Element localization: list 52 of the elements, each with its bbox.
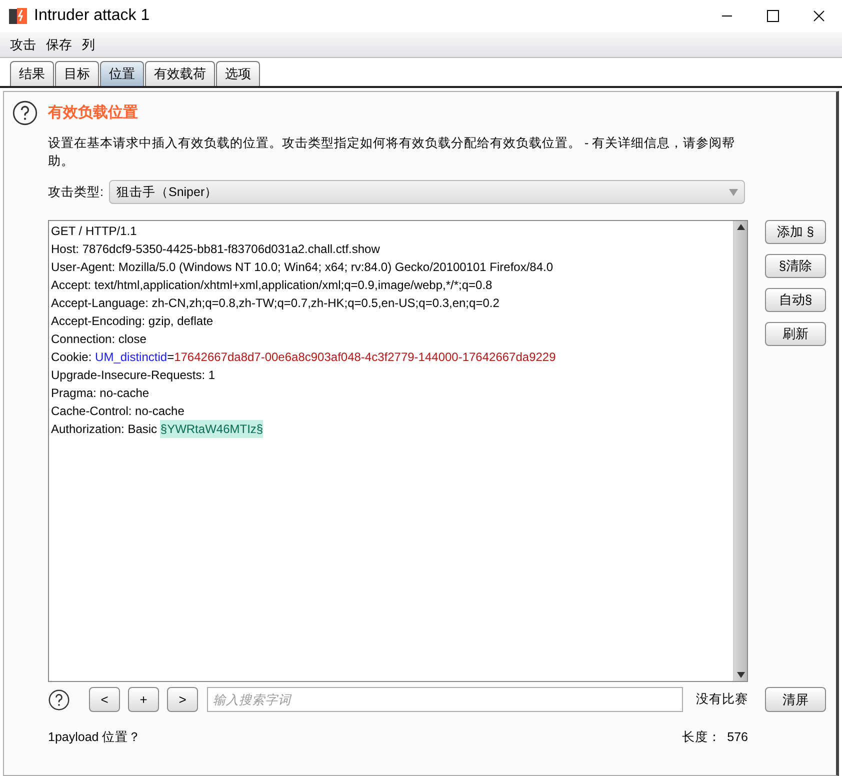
attack-type-dropdown[interactable]: 狙击手（Sniper） (109, 180, 746, 204)
request-text: Host: 7876dcf9-5350-4425-bb81-f83706d031a2.chall.ctf.show (51, 241, 380, 258)
section-description: 设置在基本请求中插入有效负载的位置。攻击类型指定如何将有效负载分配给有效负载位置。 - 有关详细信息，请参阅帮助。 (48, 135, 736, 170)
request-text: Cache-Control: no-cache (51, 403, 184, 420)
scrollbar[interactable] (733, 221, 747, 681)
length-value: 576 (727, 729, 748, 746)
request-text: Accept-Encoding: gzip, deflate (51, 313, 214, 330)
search-nav-button[interactable]: + (128, 687, 159, 712)
request-text: Pragma: no-cache (51, 385, 150, 402)
request-text: Accept-Language: zh-CN,zh;q=0.8,zh-TW;q=0.7,zh-HK;q=0.5,en-US;q=0.3,en;q=0.2 (51, 295, 500, 312)
help-icon[interactable] (48, 688, 70, 710)
request-text: = (167, 349, 174, 366)
attack-type-label: 攻击类型: (48, 184, 104, 201)
maximize-icon (767, 10, 779, 22)
request-text: User-Agent: Mozilla/5.0 (Windows NT 10.0; Win64; x64; rv:84.0) Gecko/20100101 Firefox/84.0 (51, 259, 554, 276)
search-nav-button[interactable]: > (167, 687, 198, 712)
match-status: 没有比赛 (696, 691, 748, 708)
section-title: 有效负载位置 (48, 102, 138, 123)
tab[interactable]: 有效载荷 (145, 61, 215, 86)
scroll-up-icon[interactable] (736, 224, 744, 230)
app-logo-icon (8, 6, 28, 26)
tab[interactable]: 位置 (100, 61, 144, 86)
scroll-down-icon[interactable] (736, 672, 744, 678)
help-icon[interactable] (12, 100, 38, 126)
tab[interactable]: 目标 (55, 61, 99, 86)
menu-item[interactable]: 保存 (46, 34, 72, 54)
clear-button[interactable]: 清屏 (765, 687, 826, 712)
request-text: GET / HTTP/1.1 (51, 223, 137, 240)
request-text: Authorization: Basic (51, 421, 158, 438)
side-button[interactable]: §清除 (765, 254, 826, 278)
request-text: Upgrade-Insecure-Requests: 1 (51, 367, 216, 384)
request-text: Cookie: (51, 349, 93, 366)
dropdown-arrow-icon (729, 188, 738, 196)
search-nav-button[interactable]: < (89, 687, 120, 712)
request-editor[interactable] (48, 220, 748, 682)
side-button[interactable]: 添加 § (765, 220, 826, 244)
search-field[interactable]: 输入搜索字词 (207, 687, 683, 712)
request-text: Accept: text/html,application/xhtml+xml,application/xml;q=0.9,image/webp,*/*;q=0.8 (51, 277, 492, 294)
side-button[interactable]: 刷新 (765, 322, 826, 346)
menu-item[interactable]: 攻击 (10, 34, 36, 54)
payload-marker: §YWRtaW46MTIz§ (160, 420, 264, 438)
request-text: Connection: close (51, 331, 146, 348)
tab[interactable]: 选项 (216, 61, 260, 86)
cookie-value: 17642667da8d7-00e6a8c903af048-4c3f2779-144000-17642667da9229 (174, 349, 556, 366)
side-button[interactable]: 自动§ (765, 288, 826, 312)
window-title: Intruder attack 1 (34, 6, 150, 26)
length-label: 长度： (682, 729, 722, 746)
close-icon (813, 10, 825, 22)
menu-item[interactable]: 列 (82, 34, 95, 54)
tab[interactable]: 结果 (10, 61, 54, 86)
cookie-name: UM_distinctid (95, 349, 168, 366)
payload-positions-count: 1payload 位置？ (48, 729, 142, 746)
